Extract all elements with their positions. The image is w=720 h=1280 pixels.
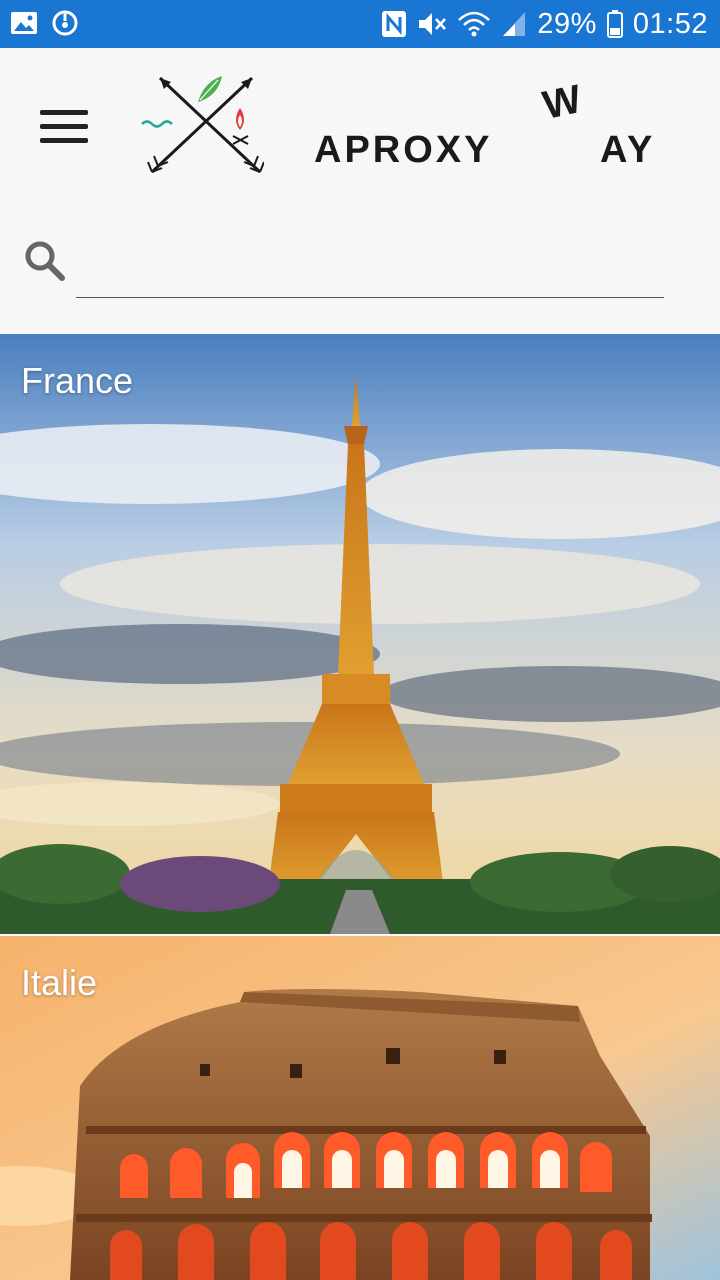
wifi-icon bbox=[458, 11, 491, 37]
search-input[interactable] bbox=[76, 224, 664, 298]
signal-icon bbox=[503, 12, 526, 36]
battery-icon bbox=[606, 10, 623, 38]
app-header: APROXY W AY bbox=[0, 48, 720, 208]
gallery-icon bbox=[11, 12, 37, 34]
nfc-icon bbox=[382, 11, 407, 37]
clock: 01:52 bbox=[632, 7, 708, 40]
italie-colosseum-image bbox=[0, 936, 720, 1280]
menu-icon bbox=[40, 110, 88, 115]
search-icon[interactable] bbox=[22, 238, 68, 284]
svg-text:APROXY: APROXY bbox=[314, 129, 492, 171]
logo-arrows-icon bbox=[141, 76, 264, 174]
destination-card-france[interactable]: France bbox=[0, 334, 720, 934]
battery-percent: 29% bbox=[537, 7, 597, 40]
logo-wordmark: APROXY W AY bbox=[314, 77, 655, 171]
destination-name: Italie bbox=[21, 962, 98, 1003]
destination-card-italie[interactable]: Italie bbox=[0, 936, 720, 1280]
menu-button[interactable] bbox=[36, 104, 94, 148]
status-bar: 29% 01:52 bbox=[0, 0, 720, 48]
svg-text:AY: AY bbox=[600, 129, 655, 171]
destination-name: France bbox=[21, 360, 134, 401]
search-bar bbox=[0, 208, 720, 334]
france-eiffel-image bbox=[0, 334, 720, 934]
svg-text:W: W bbox=[539, 77, 585, 128]
mute-icon bbox=[419, 13, 447, 35]
sync-icon bbox=[52, 10, 78, 36]
